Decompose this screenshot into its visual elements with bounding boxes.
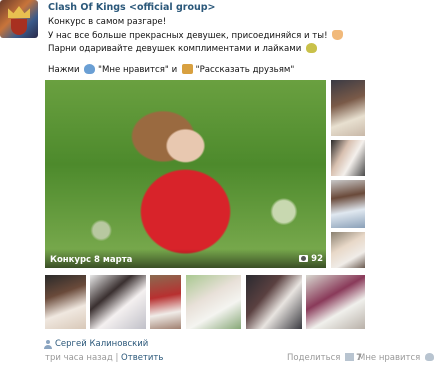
reply-link[interactable]: Ответить	[121, 353, 163, 363]
photo-thumbnail[interactable]	[331, 232, 365, 268]
praying-hands-emoji-icon	[332, 30, 344, 40]
yellow-heart-emoji-icon	[306, 43, 318, 53]
post-text-line-3-text: Парни одаривайте девушек комплиментами и…	[48, 44, 302, 54]
heart-icon	[424, 353, 434, 361]
photo-thumbnail[interactable]	[331, 180, 365, 228]
crown-icon	[8, 6, 30, 18]
camera-icon	[299, 255, 309, 262]
blue-heart-emoji-icon	[84, 64, 96, 74]
post-text-line-4-pre: Нажми	[48, 65, 80, 75]
photo-thumbnail[interactable]	[45, 275, 86, 329]
photo-thumbnail[interactable]	[90, 275, 146, 329]
horn-emoji-icon	[181, 64, 193, 74]
megaphone-icon	[345, 353, 355, 361]
meta-separator: |	[115, 353, 119, 363]
photo-thumbnail[interactable]	[331, 80, 365, 136]
like-button[interactable]: Мне нравится 63	[358, 353, 434, 363]
share-label: Поделиться	[287, 353, 341, 363]
like-label: Мне нравится	[358, 353, 421, 363]
photo-thumbnail[interactable]	[331, 140, 365, 176]
post-text-line-1: Конкурс в самом разгаре!	[48, 17, 167, 27]
photo-thumbnail[interactable]	[246, 275, 302, 329]
group-name-link[interactable]: Clash Of Kings <official group>	[48, 2, 216, 13]
post-text-line-2: У нас все больше прекрасных девушек, при…	[48, 30, 344, 41]
author-link[interactable]: Сергей Калиновский	[55, 339, 148, 349]
post-text-line-4-mid1: "Мне нравится" и	[98, 65, 178, 75]
photo-thumbnail[interactable]	[150, 275, 181, 329]
album-photo-count: 92	[299, 254, 323, 264]
post-text-line-4: Нажми "Мне нравится" и "Рассказать друзь…	[48, 64, 294, 75]
post-text-line-3: Парни одаривайте девушек комплиментами и…	[48, 43, 318, 54]
shield-icon	[11, 19, 27, 35]
photo-thumbnail[interactable]	[306, 275, 365, 329]
photo-thumbnail[interactable]	[186, 275, 241, 329]
share-button[interactable]: Поделиться 7	[287, 353, 362, 363]
post-meta: три часа назад | Ответить	[45, 353, 163, 363]
user-icon	[44, 340, 52, 349]
post-text-line-4-mid2: "Рассказать друзьям"	[195, 65, 295, 75]
album-cover-photo[interactable]	[45, 80, 326, 268]
album-caption[interactable]: Конкурс 8 марта	[50, 255, 132, 265]
post-time-link[interactable]: три часа назад	[45, 353, 113, 363]
post-text-line-2-text: У нас все больше прекрасных девушек, при…	[48, 31, 328, 41]
album-photo-count-value: 92	[311, 254, 323, 264]
group-avatar[interactable]	[0, 0, 38, 38]
